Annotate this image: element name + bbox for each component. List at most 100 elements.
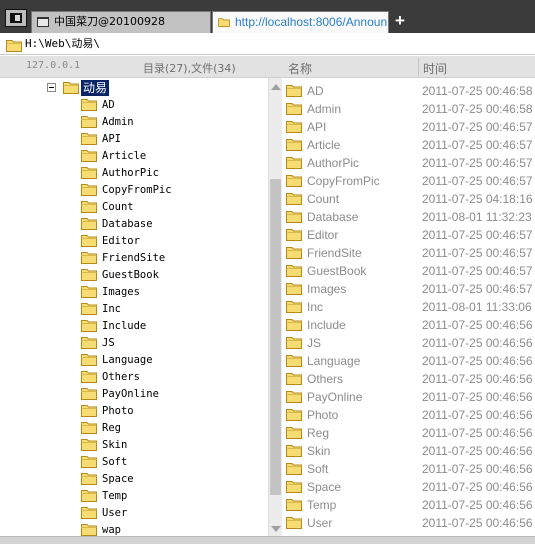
item-time: 2011-07-25 00:46:57 bbox=[422, 282, 533, 296]
list-item[interactable]: Skin 2011-07-25 00:46:56 bbox=[283, 441, 535, 459]
list-item[interactable]: API 2011-07-25 00:46:57 bbox=[283, 117, 535, 135]
item-name: Include bbox=[307, 318, 346, 332]
list-item[interactable]: Soft 2011-07-25 00:46:56 bbox=[283, 459, 535, 477]
list-item[interactable]: Images 2011-07-25 00:46:57 bbox=[283, 279, 535, 297]
folder-icon bbox=[286, 481, 302, 493]
list-item[interactable]: Others 2011-07-25 00:46:56 bbox=[283, 369, 535, 387]
list-item[interactable]: Admin 2011-07-25 00:46:58 bbox=[283, 99, 535, 117]
tab-localhost[interactable]: http://localhost:8006/Announ... bbox=[212, 11, 389, 33]
item-time: 2011-07-25 04:18:16 bbox=[422, 192, 533, 206]
tree-item-label: Reg bbox=[102, 422, 121, 434]
tree-item[interactable]: Others bbox=[81, 369, 261, 386]
folder-icon bbox=[81, 354, 97, 366]
folder-icon bbox=[286, 391, 302, 403]
folder-icon bbox=[81, 252, 97, 264]
tree-item[interactable]: Photo bbox=[81, 403, 261, 420]
item-name: Space bbox=[307, 480, 342, 494]
item-name: CopyFromPic bbox=[307, 174, 380, 188]
tree-item[interactable]: Skin bbox=[81, 437, 261, 454]
tree-item[interactable]: Database bbox=[81, 216, 261, 233]
item-time: 2011-07-25 00:46:56 bbox=[422, 480, 533, 494]
tree-item[interactable]: Editor bbox=[81, 233, 261, 250]
tree-item[interactable]: PayOnline bbox=[81, 386, 261, 403]
folder-icon bbox=[6, 40, 22, 52]
item-name: Temp bbox=[307, 498, 337, 512]
new-tab-button[interactable]: + bbox=[391, 12, 409, 30]
tree-item[interactable]: GuestBook bbox=[81, 267, 261, 284]
folder-icon bbox=[286, 409, 302, 421]
tree-root[interactable]: 动易 bbox=[47, 80, 167, 96]
scrollbar-thumb[interactable] bbox=[270, 179, 281, 495]
list-item[interactable]: AuthorPic 2011-07-25 00:46:57 bbox=[283, 153, 535, 171]
tree-root-label: 动易 bbox=[81, 80, 110, 96]
collapse-toggle-icon[interactable] bbox=[47, 83, 56, 92]
tree-item[interactable]: AD bbox=[81, 97, 261, 114]
tree-item[interactable]: Count bbox=[81, 199, 261, 216]
list-item[interactable]: Include 2011-07-25 00:46:56 bbox=[283, 315, 535, 333]
tree-item[interactable]: Admin bbox=[81, 114, 261, 131]
list-item[interactable]: CopyFromPic 2011-07-25 00:46:57 bbox=[283, 171, 535, 189]
tree-item-label: Temp bbox=[102, 490, 128, 502]
list-item[interactable]: Photo 2011-07-25 00:46:56 bbox=[283, 405, 535, 423]
list-item[interactable]: FriendSite 2011-07-25 00:46:57 bbox=[283, 243, 535, 261]
folder-icon bbox=[81, 218, 97, 230]
tree-item-label: Editor bbox=[102, 235, 140, 247]
item-name: Soft bbox=[307, 462, 329, 476]
column-header-name[interactable]: 名称 bbox=[288, 60, 312, 77]
sidebar-toggle-button[interactable] bbox=[5, 9, 27, 27]
list-item[interactable]: Editor 2011-07-25 00:46:57 bbox=[283, 225, 535, 243]
tree-item[interactable]: FriendSite bbox=[81, 250, 261, 267]
column-divider[interactable] bbox=[418, 58, 419, 76]
folder-icon bbox=[81, 388, 97, 400]
folder-icon bbox=[286, 211, 302, 223]
list-item[interactable]: Count 2011-07-25 04:18:16 bbox=[283, 189, 535, 207]
tree-item[interactable]: wap bbox=[81, 522, 261, 536]
folder-icon bbox=[81, 286, 97, 298]
list-item[interactable]: JS 2011-07-25 00:46:56 bbox=[283, 333, 535, 351]
folder-icon bbox=[286, 355, 302, 367]
tree-item-label: Images bbox=[102, 286, 140, 298]
tree-item[interactable]: Reg bbox=[81, 420, 261, 437]
tree-item-label: Others bbox=[102, 371, 140, 383]
address-bar[interactable]: H:\Web\动易\ bbox=[0, 33, 535, 55]
list-item[interactable]: Inc 2011-08-01 11:33:06 bbox=[283, 297, 535, 315]
list-item[interactable]: Language 2011-07-25 00:46:56 bbox=[283, 351, 535, 369]
item-time: 2011-07-25 00:46:58 bbox=[422, 84, 533, 98]
tree-item[interactable]: User bbox=[81, 505, 261, 522]
tree-item[interactable]: Temp bbox=[81, 488, 261, 505]
list-item[interactable]: Database 2011-08-01 11:32:23 bbox=[283, 207, 535, 225]
column-header-time[interactable]: 时间 bbox=[423, 60, 447, 77]
tab-chopper[interactable]: 中国菜刀@20100928 bbox=[31, 11, 211, 33]
folder-icon bbox=[286, 157, 302, 169]
item-name: Reg bbox=[307, 426, 330, 440]
folder-icon bbox=[286, 427, 302, 439]
tree-item[interactable]: Inc bbox=[81, 301, 261, 318]
list-item[interactable]: Space 2011-07-25 00:46:56 bbox=[283, 477, 535, 495]
tree-scrollbar[interactable] bbox=[268, 78, 282, 536]
folder-icon bbox=[286, 247, 302, 259]
scroll-up-icon[interactable] bbox=[271, 84, 281, 90]
tree-item[interactable]: API bbox=[81, 131, 261, 148]
item-name: Inc bbox=[307, 300, 324, 314]
tree-item[interactable]: Article bbox=[81, 148, 261, 165]
item-time: 2011-07-25 00:46:56 bbox=[422, 498, 533, 512]
tree-item[interactable]: CopyFromPic bbox=[81, 182, 261, 199]
list-item[interactable]: Reg 2011-07-25 00:46:56 bbox=[283, 423, 535, 441]
list-item[interactable]: PayOnline 2011-07-25 00:46:56 bbox=[283, 387, 535, 405]
list-item[interactable]: User 2011-07-25 00:46:56 bbox=[283, 513, 535, 531]
tree-item[interactable]: Images bbox=[81, 284, 261, 301]
tree-item[interactable]: Language bbox=[81, 352, 261, 369]
tree-item[interactable]: AuthorPic bbox=[81, 165, 261, 182]
tree-item[interactable]: Space bbox=[81, 471, 261, 488]
tree-item[interactable]: Include bbox=[81, 318, 261, 335]
tree-item[interactable]: Soft bbox=[81, 454, 261, 471]
list-item[interactable]: AD 2011-07-25 00:46:58 bbox=[283, 81, 535, 99]
list-item[interactable]: Article 2011-07-25 00:46:57 bbox=[283, 135, 535, 153]
tree-item-label: Soft bbox=[102, 456, 128, 468]
list-item[interactable]: GuestBook 2011-07-25 00:46:57 bbox=[283, 261, 535, 279]
tree-item-label: Admin bbox=[102, 116, 134, 128]
list-item[interactable]: Temp 2011-07-25 00:46:56 bbox=[283, 495, 535, 513]
tree-item[interactable]: JS bbox=[81, 335, 261, 352]
item-time: 2011-07-25 00:46:56 bbox=[422, 336, 533, 350]
scroll-down-icon[interactable] bbox=[271, 526, 281, 532]
